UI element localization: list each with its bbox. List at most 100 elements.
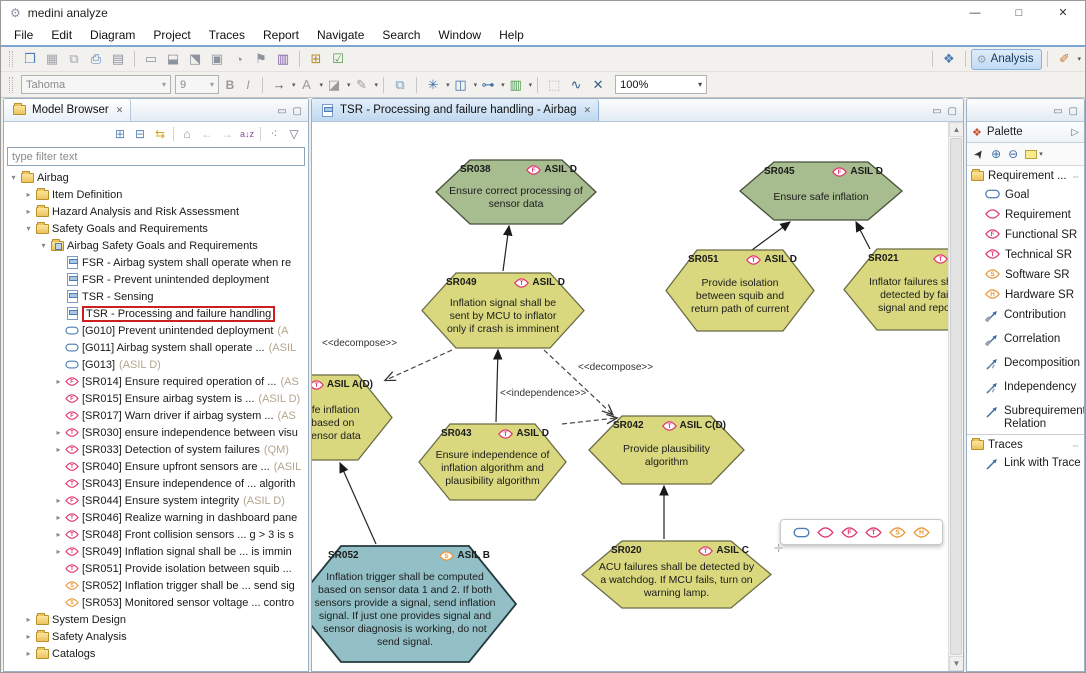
palette-item-contribution[interactable]: Contribution [967,306,1084,330]
minimize-button[interactable]: — [953,1,997,24]
tree-item[interactable]: ▸Item Definition [4,186,308,203]
line-style-button[interactable]: ✎ [352,75,372,95]
note-clock-button[interactable]: ◔ [229,49,249,69]
tree-item[interactable]: ▾Safety Goals and Requirements [4,220,308,237]
view-menu-button[interactable]: ▽ [285,125,303,143]
sort-az-button[interactable]: a↓z [238,125,256,143]
chevron-collapsed-icon[interactable]: ▸ [53,547,64,556]
link-decorator-button[interactable]: ✐ [1054,49,1074,69]
drawer-pin-icon[interactable]: ⇔ [1071,440,1080,450]
palette-item-decomposition[interactable]: Decomposition [967,354,1084,378]
tree-item[interactable]: ▸T[SR030] ensure independence between vi… [4,424,308,441]
menu-diagram[interactable]: Diagram [81,25,144,45]
dropdown-caret-icon[interactable]: ▾ [446,81,450,89]
requirement-icon[interactable] [817,527,834,538]
chevron-collapsed-icon[interactable]: ▸ [53,445,64,454]
tree-item[interactable]: ▸F[SR044] Ensure system integrity(ASIL D… [4,492,308,509]
chevron-collapsed-icon[interactable]: ▸ [53,513,64,522]
diagram-edge[interactable] [340,463,376,544]
diagram-node-SR038[interactable]: SR038 F ASIL D Ensure correct processing… [436,160,596,224]
route-straight-button[interactable]: ✕ [588,75,608,95]
tree-item[interactable]: FSR - Prevent unintended deployment [4,271,308,288]
tree-item[interactable]: F[SR015] Ensure airbag system is ...(ASI… [4,390,308,407]
forward-button[interactable]: → [218,125,236,143]
tab-close-icon[interactable]: ✕ [116,105,124,116]
table-export-button[interactable]: ⊞ [306,49,326,69]
route-polyline-button[interactable]: ∿ [566,75,586,95]
documentation-button[interactable]: ▥ [273,49,293,69]
scroll-up-icon[interactable]: ▲ [949,122,964,137]
zoom-level-select[interactable]: 100%▾ [615,75,707,94]
dropdown-caret-icon[interactable]: ▾ [501,81,505,89]
drawer-pin-icon[interactable]: ⇔ [1071,171,1080,181]
scroll-down-icon[interactable]: ▼ [949,656,964,671]
quick-add-popup[interactable]: FTSH [780,519,943,545]
software-sr-icon[interactable]: S [889,527,906,538]
diagram-edge[interactable] [752,222,790,250]
diagram-canvas[interactable]: <<decompose>><<decompose>><<independence… [312,122,948,671]
tree-item[interactable]: ▸T[SR048] Front collision sensors ... g … [4,526,308,543]
diagram-note-button[interactable]: ⬓ [163,49,183,69]
palette-expand-icon[interactable]: ▷ [1071,127,1079,138]
tab-close-icon[interactable]: ✕ [584,105,592,116]
save-button[interactable]: ▦ [42,49,62,69]
hardware-sr-icon[interactable]: H [913,527,930,538]
menu-search[interactable]: Search [373,25,429,45]
tree-item[interactable]: T[SR051] Provide isolation between squib… [4,560,308,577]
tree-item[interactable]: ▸T[SR033] Detection of system failures(Q… [4,441,308,458]
font-color-button[interactable]: A [297,75,317,95]
diagram-edge[interactable] [496,350,498,422]
checklist-button[interactable]: ☑ [328,49,348,69]
chevron-expanded-icon[interactable]: ▾ [23,224,34,233]
tree-item[interactable]: ▸Catalogs [4,645,308,662]
maximize-view-icon[interactable]: ▢ [293,106,302,117]
chevron-expanded-icon[interactable]: ▾ [38,241,49,250]
tab-model-browser[interactable]: Model Browser ✕ [4,99,131,121]
layout-graph-button[interactable]: ✳ [423,75,443,95]
menu-traces[interactable]: Traces [200,25,254,45]
diagram-node-SR051[interactable]: SR051 T ASIL D Provide isolationbetween … [666,250,814,331]
back-button[interactable]: ← [198,125,216,143]
diagram-node-clipped[interactable]: T ASIL A(D) Ensure safe inflationdecisio… [312,375,392,460]
tree-filter-input[interactable] [7,147,305,166]
maximize-button[interactable]: □ [997,1,1041,24]
diagram-edge[interactable] [856,222,870,249]
palette-item-independency[interactable]: Independency [967,378,1084,402]
layout-tree-button[interactable]: ⊶ [478,75,498,95]
diagram-edge-dashed[interactable] [544,350,612,414]
zoom-out-tool[interactable]: ⊖ [1008,147,1018,161]
fit-selection-button[interactable]: ⬚ [544,75,564,95]
layout-partition-button[interactable]: ▥ [506,75,526,95]
tree-item[interactable]: ▾Airbag [4,169,308,186]
maximize-palette-icon[interactable]: ▢ [1069,106,1078,117]
functional-sr-icon[interactable]: F [841,527,858,538]
chevron-collapsed-icon[interactable]: ▸ [53,496,64,505]
diagram-group-button[interactable]: ⬔ [185,49,205,69]
tree-item[interactable]: F[SR017] Warn driver if airbag system ..… [4,407,308,424]
menu-navigate[interactable]: Navigate [308,25,373,45]
tree-item[interactable]: ▸F[SR014] Ensure required operation of .… [4,373,308,390]
tree-item[interactable]: T[SR043] Ensure independence of ... algo… [4,475,308,492]
chevron-expanded-icon[interactable]: ▾ [8,173,19,182]
chevron-collapsed-icon[interactable]: ▸ [23,207,34,216]
editor-vertical-scrollbar[interactable]: ▲ ▼ [948,122,963,671]
copy-format-button[interactable]: ⧉ [390,75,410,95]
chevron-collapsed-icon[interactable]: ▸ [53,377,64,386]
palette-item-subrequirement-relation[interactable]: Subrequirement Relation [967,402,1084,434]
home-button[interactable]: ⌂ [178,125,196,143]
open-perspective-button[interactable]: ❖ [939,49,959,69]
tree-item[interactable]: TSR - Processing and failure handling [4,305,308,322]
tree-item[interactable]: ▸System Design [4,611,308,628]
fill-color-button[interactable]: ◪ [324,75,344,95]
tree-item[interactable]: TSR - Sensing [4,288,308,305]
toolbar-handle[interactable] [9,51,13,67]
tab-diagram-editor[interactable]: TSR - Processing and failure handling - … [312,99,599,121]
sync-selection-button[interactable]: ⇆ [151,125,169,143]
diagram-edge-dashed[interactable] [386,350,452,380]
maximize-editor-icon[interactable]: ▢ [948,106,957,117]
chevron-collapsed-icon[interactable]: ▸ [53,428,64,437]
dropdown-caret-icon[interactable]: ▾ [474,81,478,89]
zoom-in-tool[interactable]: ⊕ [991,147,1001,161]
save-all-button[interactable]: ⧉ [64,49,84,69]
diagram-node-SR045[interactable]: SR045 F ASIL D Ensure safe inflation [740,162,902,220]
